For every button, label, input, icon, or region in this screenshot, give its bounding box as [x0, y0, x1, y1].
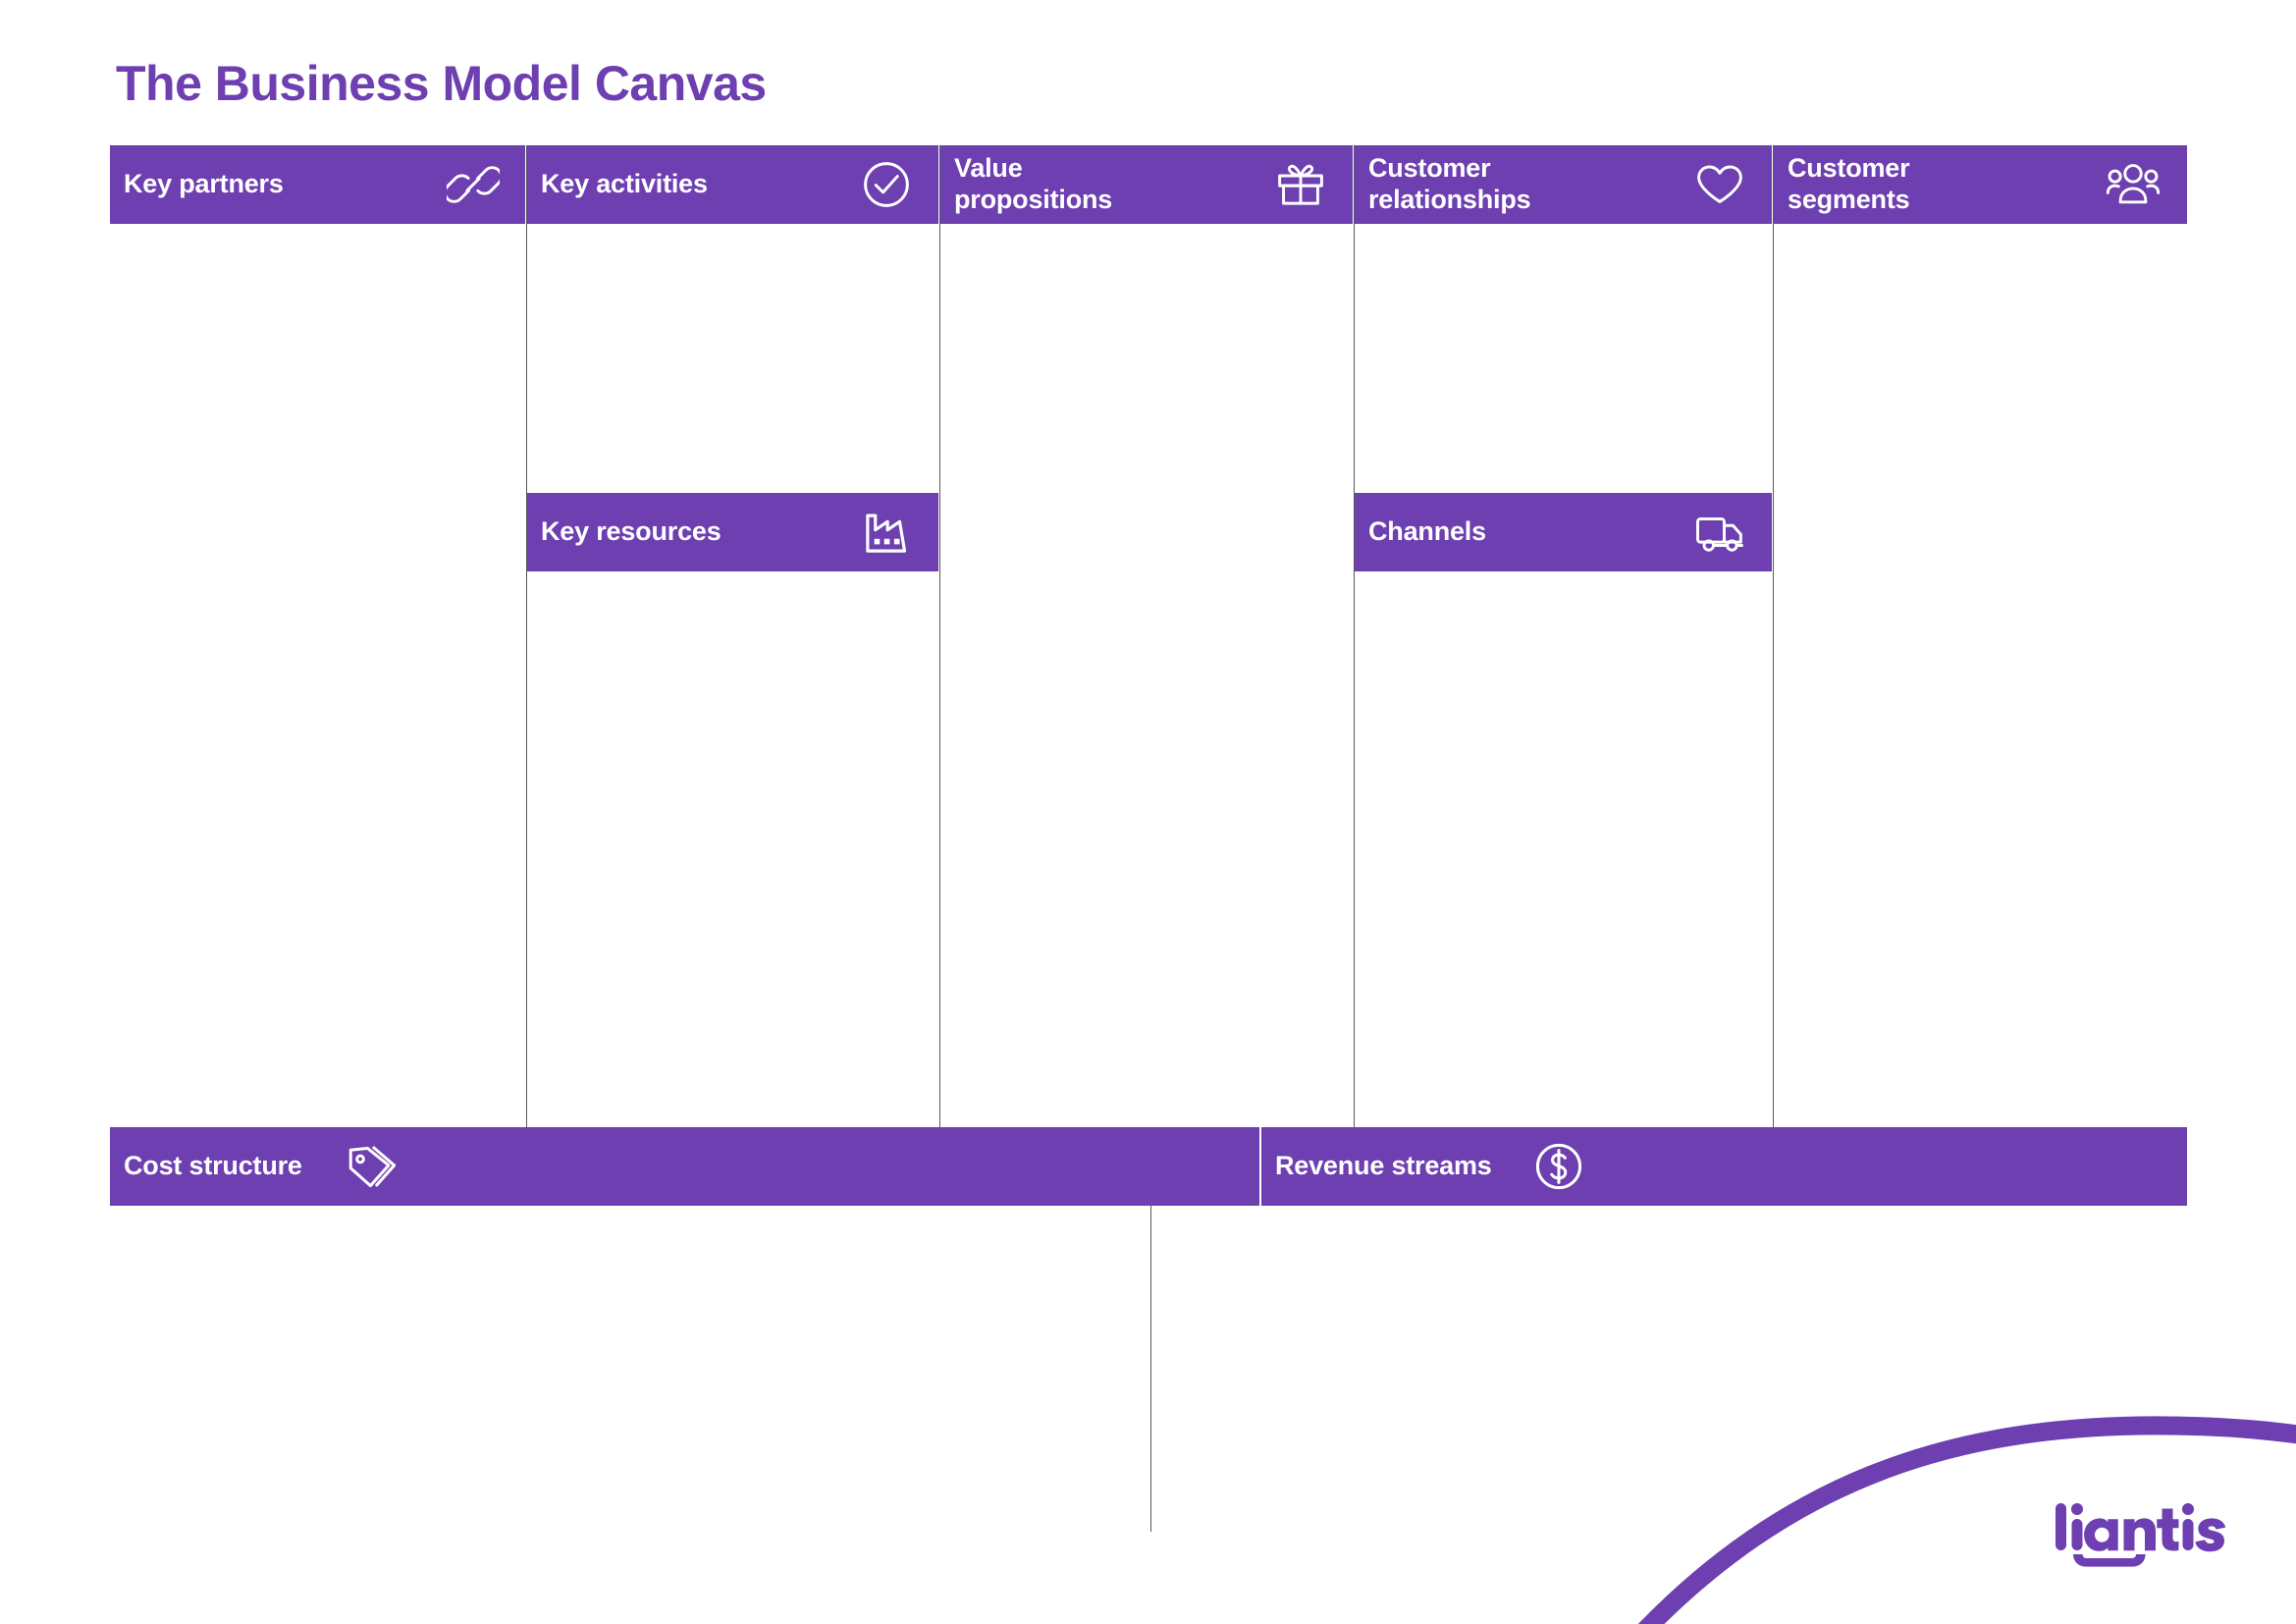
customer-relationships-label: Customer relationships [1368, 153, 1531, 214]
delivery-truck-icon [1693, 506, 1746, 559]
factory-icon [860, 506, 913, 559]
dollar-circle-icon [1531, 1139, 1586, 1194]
people-group-icon [2105, 158, 2162, 211]
canvas-bottom-row: Cost structure Revenue streams [110, 1127, 2187, 1206]
check-circle-icon [860, 158, 913, 211]
bottom-column-divider [1150, 1206, 1151, 1532]
key-partners-label: Key partners [124, 169, 284, 199]
block-revenue-streams[interactable]: Revenue streams [1261, 1127, 2187, 1206]
column-divider-3 [1354, 145, 1355, 1127]
business-model-canvas: The Business Model Canvas Key partners K… [0, 0, 2296, 1624]
canvas-grid: Key partners Key activities Key resource… [110, 145, 2187, 1127]
gift-icon [1274, 158, 1327, 211]
page-title: The Business Model Canvas [116, 56, 767, 111]
key-resources-label: Key resources [541, 516, 721, 547]
block-customer-segments[interactable]: Customer segments [1774, 145, 2187, 224]
block-key-resources[interactable]: Key resources [527, 493, 938, 571]
channels-label: Channels [1368, 516, 1486, 547]
heart-icon [1693, 158, 1746, 211]
customer-segments-label: Customer segments [1788, 153, 1910, 214]
block-key-partners[interactable]: Key partners [110, 145, 525, 224]
column-divider-4 [1773, 145, 1774, 1127]
cost-structure-label: Cost structure [124, 1151, 302, 1181]
block-channels[interactable]: Channels [1355, 493, 1772, 571]
column-divider-2 [939, 145, 940, 1127]
revenue-streams-label: Revenue streams [1275, 1151, 1492, 1181]
value-propositions-label: Value propositions [954, 153, 1113, 214]
key-activities-label: Key activities [541, 169, 708, 199]
block-key-activities[interactable]: Key activities [527, 145, 938, 224]
block-value-propositions[interactable]: Value propositions [940, 145, 1353, 224]
price-tags-icon [342, 1138, 400, 1195]
liantis-logo [2052, 1500, 2238, 1579]
block-customer-relationships[interactable]: Customer relationships [1355, 145, 1772, 224]
chain-link-icon [447, 158, 500, 211]
column-divider-1 [526, 145, 527, 1127]
block-cost-structure[interactable]: Cost structure [110, 1127, 1259, 1206]
